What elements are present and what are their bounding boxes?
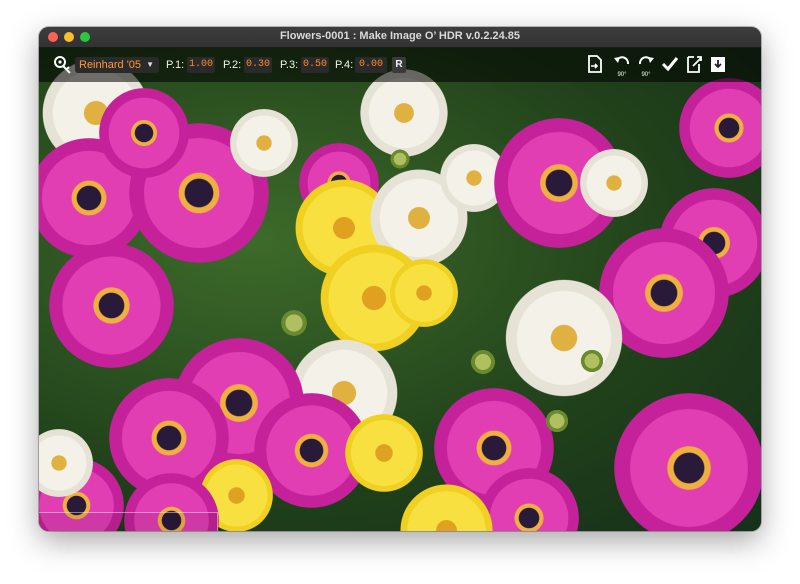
param1-input[interactable]: 1.00 — [187, 57, 215, 73]
reset-button[interactable]: R — [392, 57, 406, 73]
photo-flower — [229, 108, 299, 178]
param2-input[interactable]: 0.30 — [244, 57, 272, 73]
histogram-graph — [39, 513, 217, 531]
photo-flower — [389, 148, 411, 170]
param3-label: P.3: — [280, 59, 299, 71]
operator-dropdown[interactable]: Reinhard '05 ▼ — [75, 57, 159, 73]
save-icon[interactable] — [707, 54, 729, 76]
tonemap-toolbar: Reinhard '05 ▼ P.1: 1.00 P.2: 0.30 P.3: … — [39, 48, 761, 82]
title-bar: Flowers-0001 : Make Image O’ HDR v.0.2.2… — [39, 27, 761, 48]
photo-flower — [279, 308, 309, 338]
photo-flower — [579, 348, 605, 374]
operator-label: Reinhard '05 — [79, 59, 142, 71]
rotate-left-label: 90° — [617, 72, 627, 78]
photo-flower — [344, 413, 424, 493]
photo-flower — [579, 148, 649, 218]
rotate-right-label: 90° — [641, 72, 651, 78]
rotate-right-icon[interactable]: 90° — [635, 54, 657, 78]
check-icon[interactable] — [659, 54, 681, 76]
param3-input[interactable]: 0.50 — [301, 57, 329, 73]
histogram-overlay[interactable] — [39, 512, 218, 531]
param2-label: P.2: — [223, 59, 242, 71]
export-icon[interactable] — [584, 54, 606, 76]
photo-flower — [544, 408, 570, 434]
param1-label: P.1: — [166, 59, 185, 71]
photo-flower — [614, 393, 761, 531]
window-title: Flowers-0001 : Make Image O’ HDR v.0.2.2… — [279, 30, 521, 42]
photo-flower — [389, 258, 459, 328]
photo-flower — [504, 278, 624, 398]
copy-settings-icon[interactable] — [683, 54, 705, 76]
photo-flower — [469, 348, 497, 376]
photo-flower — [99, 88, 189, 178]
image-canvas[interactable] — [39, 48, 761, 531]
param4-input[interactable]: 0.00 — [355, 57, 387, 73]
chevron-down-icon: ▼ — [146, 60, 154, 69]
tonemap-logo-icon[interactable] — [51, 54, 73, 76]
photo-flower — [49, 243, 174, 368]
photo-flower — [679, 78, 761, 178]
app-window: Flowers-0001 : Make Image O’ HDR v.0.2.2… — [39, 27, 761, 531]
param4-label: P.4: — [335, 59, 354, 71]
rotate-left-icon[interactable]: 90° — [611, 54, 633, 78]
